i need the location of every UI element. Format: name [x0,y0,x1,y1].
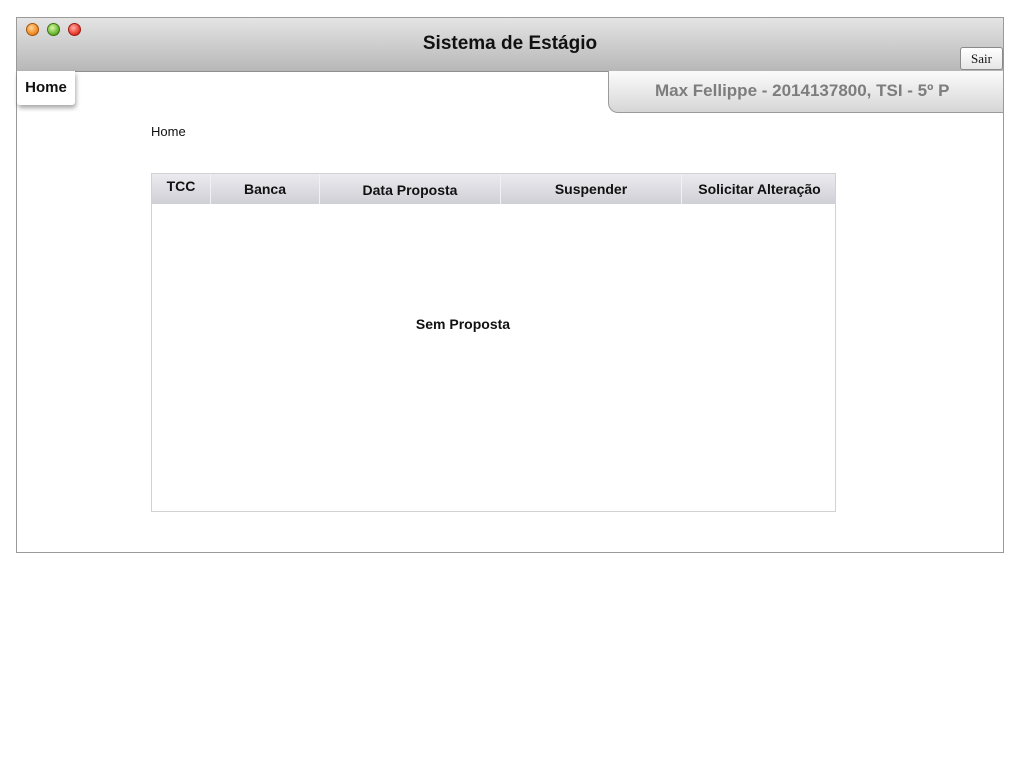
title-bar: Sistema de Estágio Sair [17,18,1003,72]
column-header-data-proposta[interactable]: Data Proposta [320,174,501,204]
column-header-tcc[interactable]: TCC [152,174,211,204]
window-title: Sistema de Estágio [422,33,598,54]
logout-button[interactable]: Sair [960,47,1003,70]
proposal-table: TCC Banca Data Proposta Suspender Solici… [151,173,836,512]
table-header: TCC Banca Data Proposta Suspender Solici… [152,174,835,204]
app-window: Sistema de Estágio Sair Home Max Fellipp… [16,17,1004,553]
user-info-panel: Max Fellippe - 2014137800, TSI - 5º P [608,71,1004,113]
column-header-banca[interactable]: Banca [211,174,320,204]
breadcrumb: Home [151,124,186,139]
empty-state-message: Sem Proposta [415,316,511,332]
column-header-suspender[interactable]: Suspender [501,174,682,204]
tab-home[interactable]: Home [17,71,75,105]
column-header-solicitar-alteracao[interactable]: Solicitar Alteração [682,174,837,204]
